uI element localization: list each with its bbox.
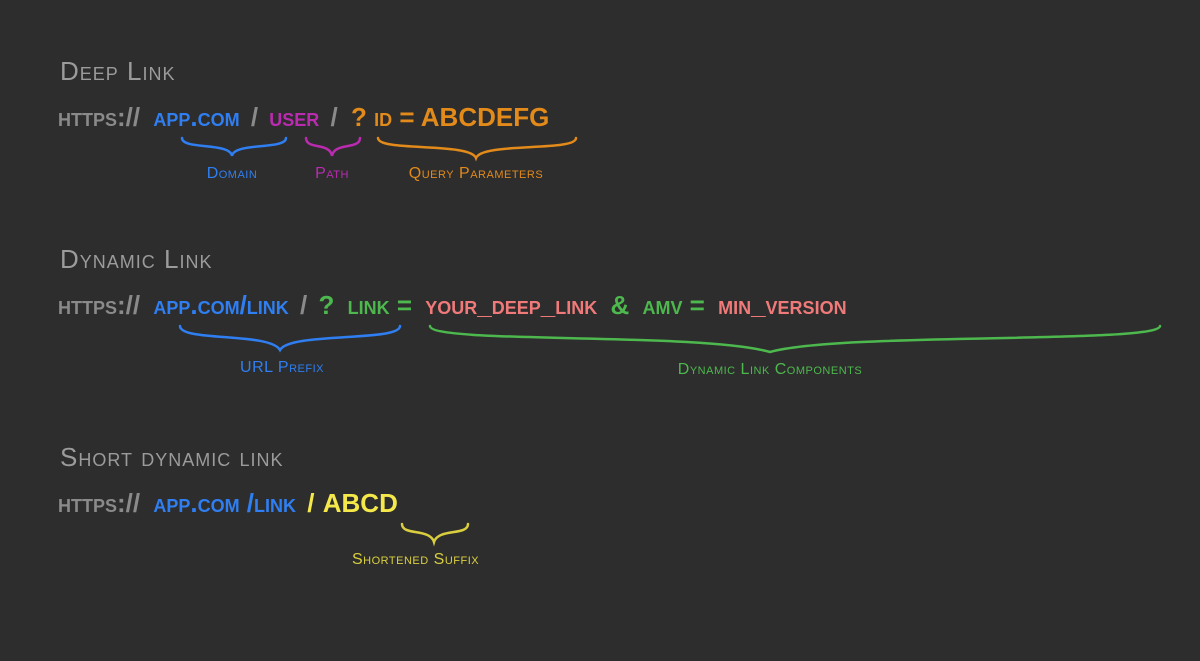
deep-link-url: https:// app.com / user / ? id = ABCDEFG (58, 102, 549, 132)
param-value-amv: min_version (718, 290, 846, 320)
short-link-title: Short dynamic link (60, 442, 283, 472)
scheme: https:// (58, 488, 140, 518)
deep-link-title: Deep Link (60, 56, 175, 86)
scheme: https:// (58, 102, 140, 132)
short-suffix-label: Shortened Suffix (352, 551, 479, 568)
path-segment: user (269, 102, 319, 132)
short-link-url: https:// app.com /link / ABCD (58, 488, 398, 518)
url-prefix-segment: app.com/link (153, 290, 288, 320)
query-segment: ? id = ABCDEFG (351, 102, 549, 132)
url-prefix-label: URL Prefix (240, 359, 324, 376)
sep-slash: / (331, 102, 338, 132)
dynamic-link-url: https:// app.com/link / ? link = your_de… (58, 290, 847, 320)
dynamic-components-label: Dynamic Link Components (678, 361, 862, 378)
param-key-amv: amv = (642, 290, 704, 320)
param-amp: & (610, 290, 629, 320)
sep-slash: / (307, 488, 314, 518)
domain-segment: app.com (153, 102, 239, 132)
short-suffix-segment: ABCD (323, 488, 398, 518)
scheme: https:// (58, 290, 140, 320)
path-label: Path (315, 165, 349, 182)
domain-label: Domain (207, 165, 258, 182)
url-prefix-segment: app.com /link (153, 488, 296, 518)
dynamic-link-title: Dynamic Link (60, 244, 212, 274)
query-label: Query Parameters (409, 165, 543, 182)
sep-slash: / (300, 290, 307, 320)
query-question: ? (319, 290, 335, 320)
param-key-link: link = (348, 290, 412, 320)
param-value-link: your_deep_link (425, 290, 597, 320)
sep-slash: / (251, 102, 258, 132)
